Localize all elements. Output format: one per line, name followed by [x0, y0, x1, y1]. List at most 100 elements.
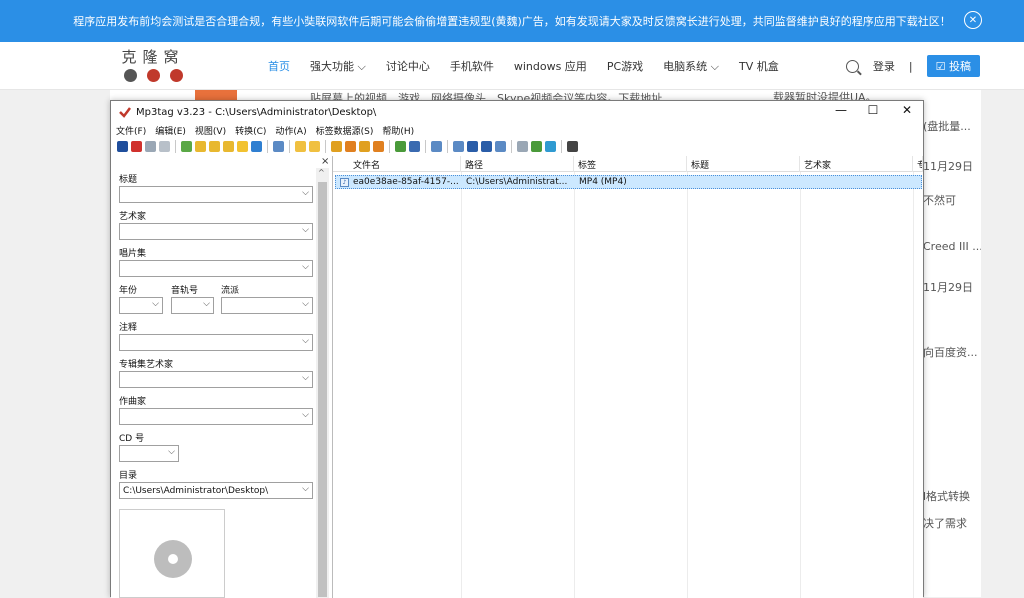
close-button[interactable]: ✕ [892, 103, 922, 117]
chevron-down-icon[interactable]: ⌵ [168, 447, 175, 457]
refresh-icon[interactable] [251, 140, 262, 152]
chevron-down-icon[interactable]: ⌵ [203, 299, 210, 309]
cover-art-area[interactable] [119, 509, 225, 598]
comment-field[interactable]: ⌵ [119, 334, 313, 351]
maximize-button[interactable]: ☐ [858, 103, 888, 117]
chevron-down-icon[interactable]: ⌵ [302, 225, 309, 235]
mp4-file-icon: ♪ [340, 177, 349, 187]
logo-dot [123, 69, 137, 82]
album-artist-field[interactable]: ⌵ [119, 371, 313, 388]
nav-forum[interactable]: 讨论中心 [376, 58, 440, 74]
print-icon[interactable] [517, 140, 528, 152]
toolbar-separator [267, 139, 268, 153]
favorite-icon[interactable] [237, 140, 248, 152]
column-path[interactable]: 路径 [461, 156, 574, 172]
nav-mobile[interactable]: 手机软件 [440, 58, 504, 74]
column-tag[interactable]: 标签 [574, 156, 687, 172]
open-folder-icon[interactable] [195, 140, 206, 152]
nav-os[interactable]: 电脑系统 ⌵ [653, 58, 729, 74]
chevron-down-icon[interactable]: ⌵ [302, 373, 309, 383]
column-album[interactable]: 专 [913, 156, 923, 172]
logo-text: 克隆窝 [121, 48, 185, 66]
directory-field[interactable]: C:\Users\Administrator\Desktop\ ⌵ [119, 482, 313, 499]
chevron-down-icon[interactable]: ⌵ [302, 410, 309, 420]
folder-add-icon[interactable] [223, 140, 234, 152]
menu-actions[interactable]: 动作(A) [275, 124, 306, 137]
settings-icon[interactable] [567, 140, 578, 152]
toolbar-separator [289, 139, 290, 153]
minimize-button[interactable]: — [826, 103, 856, 117]
amazon-icon[interactable] [495, 140, 506, 152]
nav-windows[interactable]: windows 应用 [504, 58, 597, 74]
composer-field[interactable]: ⌵ [119, 408, 313, 425]
filename-tag-icon[interactable] [345, 140, 356, 152]
web-icon[interactable] [531, 140, 542, 152]
export-icon[interactable] [295, 140, 306, 152]
title-field[interactable]: ⌵ [119, 186, 313, 203]
menu-view[interactable]: 视图(V) [195, 124, 226, 137]
column-filename[interactable]: ^ 文件名 [333, 156, 461, 172]
chevron-down-icon[interactable]: ⌵ [302, 299, 309, 309]
sidebar-item[interactable]: 不然可 [923, 192, 981, 208]
scroll-up-icon[interactable]: ^ [318, 168, 325, 177]
redo-icon[interactable] [159, 140, 170, 152]
album-field[interactable]: ⌵ [119, 260, 313, 277]
disc-number-field[interactable]: ⌵ [119, 445, 179, 462]
chevron-down-icon[interactable]: ⌵ [302, 484, 309, 494]
menu-file[interactable]: 文件(F) [116, 124, 146, 137]
globe-icon[interactable] [545, 140, 556, 152]
chevron-down-icon[interactable]: ⌵ [302, 336, 309, 346]
case-conversion-icon[interactable] [409, 140, 420, 152]
sidebar-item[interactable]: Creed III ... [923, 240, 981, 253]
import-icon[interactable] [309, 140, 320, 152]
panel-scrollbar[interactable]: ^ [316, 168, 329, 598]
edit-icon[interactable] [431, 140, 442, 152]
chevron-down-icon[interactable]: ⌵ [152, 299, 159, 309]
sidebar-item[interactable]: 向百度资... [923, 344, 981, 360]
menu-tag-sources[interactable]: 标签数据源(S) [316, 124, 374, 137]
panel-close-icon[interactable]: × [321, 156, 329, 167]
discogs-icon[interactable] [467, 140, 478, 152]
column-title[interactable]: 标题 [687, 156, 800, 172]
nav-home[interactable]: 首页 [258, 58, 300, 74]
cell-path: C:\Users\Administrat... [466, 177, 568, 187]
text-tag-icon[interactable] [359, 140, 370, 152]
site-logo[interactable]: 克隆窝 [118, 46, 188, 86]
close-icon[interactable]: ✕ [964, 11, 982, 29]
table-row[interactable]: ♪ ea0e38ae-85af-4157-... C:\Users\Adminis… [335, 175, 922, 189]
sidebar-item[interactable]: 决了需求 [923, 515, 981, 531]
submit-button[interactable]: ☑ 投稿 [926, 55, 980, 77]
sidebar-item[interactable]: (盘批量... [923, 118, 981, 134]
column-artist[interactable]: 艺术家 [800, 156, 913, 172]
login-link[interactable]: 登录 [873, 58, 895, 74]
delete-icon[interactable] [131, 140, 142, 152]
musicbrainz-icon[interactable] [481, 140, 492, 152]
search-icon[interactable] [845, 59, 859, 73]
menu-edit[interactable]: 编辑(E) [155, 124, 186, 137]
title-bar[interactable]: Mp3tag v3.23 - C:\Users\Administrator\De… [111, 101, 923, 123]
save-icon[interactable] [117, 140, 128, 152]
add-directory-icon[interactable] [181, 140, 192, 152]
chevron-down-icon[interactable]: ⌵ [302, 262, 309, 272]
tag-tag-icon[interactable] [373, 140, 384, 152]
nav-pc-games[interactable]: PC游戏 [597, 58, 653, 74]
notice-banner: 程序应用发布前均会测试是否合理合规，有些小奘联网软件后期可能会偷偷增置违规型(黄… [0, 0, 1024, 42]
sidebar-item[interactable]: l格式转换 [923, 488, 981, 504]
track-field[interactable]: ⌵ [171, 297, 214, 314]
chevron-down-icon[interactable]: ⌵ [302, 188, 309, 198]
undo-icon[interactable] [145, 140, 156, 152]
auto-numbering-icon[interactable] [395, 140, 406, 152]
directory-value: C:\Users\Administrator\Desktop\ [123, 485, 269, 496]
genre-field[interactable]: ⌵ [221, 297, 313, 314]
nav-features[interactable]: 强大功能 ⌵ [300, 58, 376, 74]
freedb-icon[interactable] [453, 140, 464, 152]
menu-convert[interactable]: 转换(C) [235, 124, 266, 137]
folder-icon[interactable] [209, 140, 220, 152]
nav-tv[interactable]: TV 机盒 [729, 58, 789, 74]
artist-field[interactable]: ⌵ [119, 223, 313, 240]
menu-help[interactable]: 帮助(H) [382, 124, 414, 137]
scrollbar-thumb[interactable] [318, 182, 327, 597]
year-field[interactable]: ⌵ [119, 297, 163, 314]
playlist-icon[interactable] [273, 140, 284, 152]
tag-filename-icon[interactable] [331, 140, 342, 152]
